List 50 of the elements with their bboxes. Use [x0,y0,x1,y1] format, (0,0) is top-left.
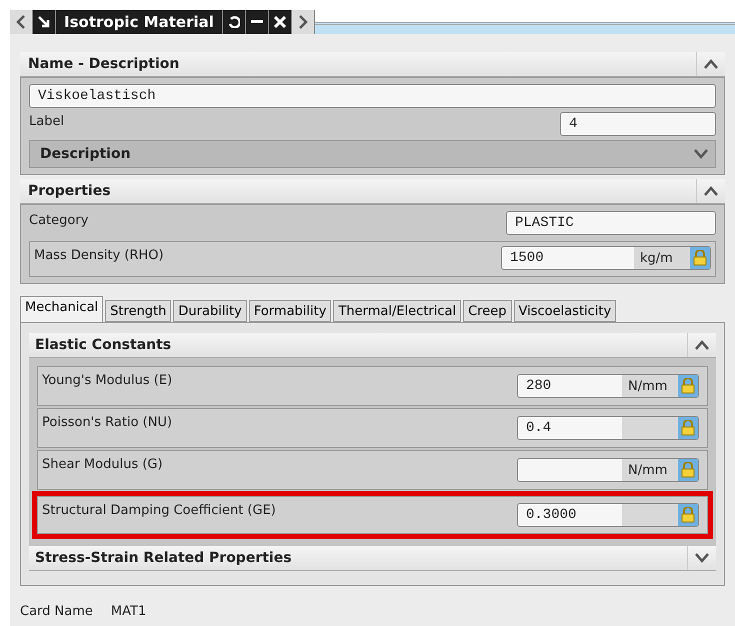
tab[interactable]: Mechanical [20,296,104,322]
input-field[interactable]: 0.3000 [517,503,699,527]
field-label: Shear Modulus (G) [42,456,163,472]
section-header[interactable]: Properties [20,179,725,204]
card-name-label: Card Name [20,604,93,619]
field-label: Poisson's Ratio (NU) [42,414,172,430]
field-label: Structural Damping Coefficient (GE) [42,502,276,518]
chevron-down-icon[interactable] [694,149,708,159]
field-label: Label [29,113,64,129]
minimize-button[interactable] [246,10,269,34]
chevron-right-icon[interactable] [298,15,308,29]
window-title: Isotropic Material [56,10,223,34]
section-header[interactable]: Name - Description [20,52,725,77]
input-field[interactable]: 280 N/mm [517,374,699,398]
tab[interactable]: Thermal/Electrical [333,300,462,322]
tab[interactable]: Viscoelasticity [514,300,616,322]
tab[interactable]: Creep [463,300,512,322]
field-label: Young's Modulus (E) [42,372,172,388]
input-field[interactable]: N/mm [517,458,699,482]
reset-button[interactable] [222,10,246,34]
chevron-up-icon[interactable] [695,340,709,350]
card-name-value: MAT1 [110,604,146,619]
tab[interactable]: Strength [105,300,172,322]
unit-label: kg/m [634,247,690,269]
next-button[interactable] [292,10,315,34]
field-label: Category [29,212,88,228]
input-field[interactable]: 0.4 [517,416,699,440]
close-button[interactable] [268,10,292,34]
label-field[interactable]: 4 [560,112,716,136]
reset-icon[interactable] [228,16,240,28]
arrow-icon[interactable] [38,16,50,28]
input-field[interactable]: PLASTIC [506,211,716,235]
section-header[interactable]: Elastic Constants [29,333,716,358]
section-header[interactable]: Stress-Strain Related Properties [29,546,716,571]
field-label: Mass Density (RHO) [34,247,164,263]
chevron-left-icon[interactable] [16,15,26,29]
description-header[interactable]: Description [29,140,716,168]
chevron-up-icon[interactable] [704,186,718,196]
tab[interactable]: Durability [173,300,247,322]
chevron-up-icon[interactable] [704,59,718,69]
input-field[interactable]: 1500 kg/m [501,246,711,270]
previous-button[interactable] [10,10,33,34]
minimize-icon[interactable] [250,20,263,24]
unit-label: N/mm [622,459,678,481]
close-icon[interactable] [274,16,286,28]
unit-label: N/mm [622,375,678,397]
tab[interactable]: Formability [248,300,332,322]
pin-button[interactable] [33,10,56,34]
chevron-down-icon[interactable] [695,553,709,563]
name-field[interactable]: Viskoelastisch [29,84,716,108]
